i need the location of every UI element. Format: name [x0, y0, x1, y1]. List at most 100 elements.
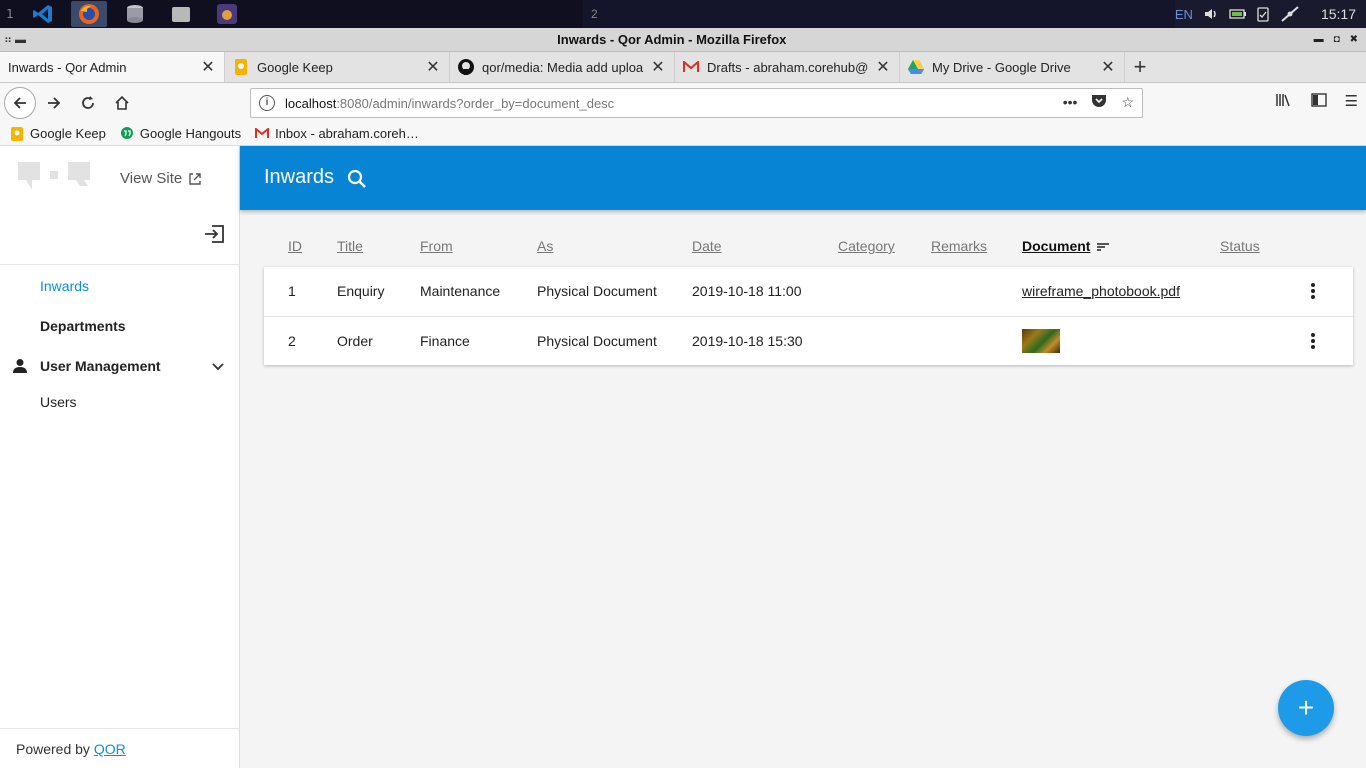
- sidebar-item-inwards[interactable]: Inwards: [40, 278, 89, 294]
- tab-label: Google Keep: [257, 59, 333, 75]
- tab-label: qor/media: Media add uploa: [482, 59, 644, 75]
- sidebar-toggle-icon[interactable]: [1310, 92, 1327, 112]
- tab-label: Drafts - abraham.corehub@: [707, 59, 869, 75]
- bookmark-inbox[interactable]: Inbox - abraham.coreh…: [255, 126, 419, 141]
- hangouts-icon: [120, 126, 134, 141]
- firefox-icon[interactable]: [71, 1, 107, 27]
- info-icon[interactable]: i: [259, 95, 275, 111]
- close-icon[interactable]: ✕: [875, 57, 891, 77]
- document-thumbnail[interactable]: [1022, 329, 1060, 353]
- cell-from: Finance: [420, 333, 470, 349]
- sidebar: View Site Inwards Departments User Manag…: [0, 146, 240, 768]
- window-menu-icon[interactable]: ⠶ ▬: [0, 33, 30, 46]
- chevron-down-icon[interactable]: [212, 360, 224, 374]
- folder-icon[interactable]: [163, 1, 199, 27]
- game-icon[interactable]: [209, 1, 245, 27]
- tab-google-keep[interactable]: Google Keep ✕: [225, 52, 450, 82]
- tab-google-drive[interactable]: My Drive - Google Drive ✕: [900, 52, 1125, 82]
- logout-icon[interactable]: [204, 224, 226, 244]
- column-from[interactable]: From: [420, 238, 453, 254]
- column-id[interactable]: ID: [288, 238, 302, 254]
- close-icon[interactable]: ✕: [1100, 57, 1116, 77]
- bookmark-google-keep[interactable]: Google Keep: [10, 126, 106, 141]
- reload-button[interactable]: [72, 87, 104, 119]
- pocket-icon[interactable]: [1091, 94, 1107, 112]
- window-controls: ▬ ◘ ✖: [1314, 34, 1366, 45]
- column-status[interactable]: Status: [1220, 238, 1260, 254]
- vscode-icon[interactable]: [25, 1, 61, 27]
- sort-icon[interactable]: [1096, 240, 1110, 252]
- close-icon[interactable]: ✕: [650, 57, 666, 77]
- menu-icon[interactable]: ☰: [1345, 92, 1358, 112]
- column-document[interactable]: Document: [1022, 238, 1090, 254]
- page-actions-icon[interactable]: •••: [1063, 94, 1078, 112]
- forward-button[interactable]: [38, 87, 70, 119]
- close-icon[interactable]: ✖: [1350, 34, 1358, 45]
- window-title: Inwards - Qor Admin - Mozilla Firefox: [557, 32, 787, 47]
- column-as[interactable]: As: [537, 238, 553, 254]
- tab-github[interactable]: qor/media: Media add uploa ✕: [450, 52, 675, 82]
- taskbar-apps: 1: [0, 0, 583, 28]
- url-host: localhost: [285, 95, 337, 111]
- url-bar[interactable]: i localhost:8080/admin/inwards?order_by=…: [250, 88, 1143, 118]
- workspace-number[interactable]: 1: [0, 7, 20, 21]
- cell-as: Physical Document: [537, 283, 657, 299]
- close-icon[interactable]: ✕: [425, 57, 441, 77]
- workspace-2[interactable]: 2: [583, 0, 1175, 28]
- minimize-icon[interactable]: ▬: [1314, 34, 1324, 45]
- bookmark-star-icon[interactable]: ☆: [1121, 94, 1134, 112]
- cell-title: Enquiry: [337, 283, 385, 299]
- clock[interactable]: 15:17: [1321, 6, 1356, 22]
- qor-link[interactable]: QOR: [94, 741, 126, 757]
- gmail-icon: [683, 59, 699, 75]
- cell-from: Maintenance: [420, 283, 501, 299]
- bookmark-google-hangouts[interactable]: Google Hangouts: [120, 126, 241, 141]
- system-taskbar: 1 2 EN 15:17: [0, 0, 1366, 28]
- clipboard-icon[interactable]: [1255, 6, 1271, 22]
- more-vert-icon[interactable]: [1310, 282, 1316, 300]
- maximize-icon[interactable]: ◘: [1334, 34, 1340, 45]
- column-remarks[interactable]: Remarks: [931, 238, 987, 254]
- url-text[interactable]: localhost:8080/admin/inwards?order_by=do…: [285, 96, 1063, 111]
- arrow-left-icon: [13, 97, 26, 109]
- column-category[interactable]: Category: [838, 238, 895, 254]
- close-icon[interactable]: ✕: [200, 57, 216, 77]
- volume-icon[interactable]: [1203, 6, 1219, 22]
- keep-icon: [233, 59, 249, 75]
- tab-label: Inwards - Qor Admin: [8, 59, 127, 75]
- database-icon[interactable]: [117, 1, 153, 27]
- sidebar-item-user-management[interactable]: User Management: [40, 358, 161, 374]
- drive-icon: [908, 59, 924, 75]
- add-button[interactable]: +: [1278, 680, 1334, 736]
- system-tray: EN 15:17: [1175, 0, 1366, 28]
- search-icon[interactable]: [346, 168, 368, 190]
- column-date[interactable]: Date: [692, 238, 722, 254]
- column-title[interactable]: Title: [337, 238, 363, 254]
- table-row[interactable]: 1 Enquiry Maintenance Physical Document …: [264, 267, 1353, 316]
- qor-logo[interactable]: [18, 162, 92, 194]
- view-site-label: View Site: [120, 170, 183, 187]
- battery-icon[interactable]: [1229, 6, 1246, 22]
- tab-gmail-drafts[interactable]: Drafts - abraham.corehub@ ✕: [675, 52, 900, 82]
- page-title: Inwards: [264, 166, 335, 188]
- keyboard-layout[interactable]: EN: [1175, 7, 1193, 22]
- network-icon[interactable]: [1281, 6, 1299, 22]
- view-site-link[interactable]: View Site: [120, 170, 202, 187]
- bookmark-label: Google Keep: [30, 126, 106, 141]
- cell-date: 2019-10-18 15:30: [692, 333, 803, 349]
- sidebar-item-departments[interactable]: Departments: [40, 318, 126, 334]
- new-tab-button[interactable]: +: [1125, 52, 1155, 82]
- cell-id: 1: [288, 283, 296, 299]
- window-titlebar: ⠶ ▬ Inwards - Qor Admin - Mozilla Firefo…: [0, 28, 1366, 52]
- url-actions: ••• ☆: [1063, 94, 1134, 112]
- library-icon[interactable]: [1275, 92, 1293, 112]
- home-button[interactable]: [106, 87, 138, 119]
- sidebar-item-users[interactable]: Users: [40, 394, 77, 410]
- back-button[interactable]: [4, 87, 36, 119]
- document-link[interactable]: wireframe_photobook.pdf: [1022, 283, 1180, 299]
- more-vert-icon[interactable]: [1310, 332, 1316, 350]
- tab-inwards[interactable]: Inwards - Qor Admin ✕: [0, 52, 225, 82]
- table-row[interactable]: 2 Order Finance Physical Document 2019-1…: [264, 316, 1353, 365]
- powered-by: Powered by QOR: [0, 728, 239, 768]
- tab-label: My Drive - Google Drive: [932, 59, 1071, 75]
